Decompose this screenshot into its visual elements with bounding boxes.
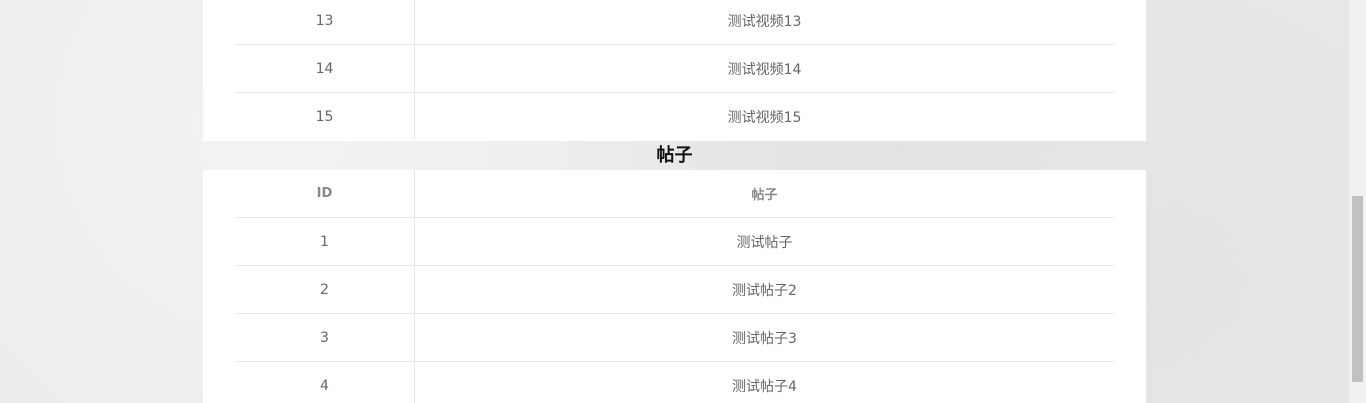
- id-column-header: ID: [235, 170, 415, 218]
- table-header-row: ID 帖子: [235, 170, 1114, 218]
- table-row: 1 测试帖子: [235, 217, 1114, 266]
- videos-panel: 13 测试视频13 14 测试视频14 15 测试视频15: [203, 0, 1146, 141]
- scrollbar-thumb[interactable]: [1352, 196, 1363, 382]
- post-id-cell: 3: [235, 313, 415, 362]
- table-row: 13 测试视频13: [235, 0, 1114, 45]
- video-id-cell: 15: [235, 92, 415, 140]
- table-row: 2 测试帖子2: [235, 265, 1114, 314]
- video-name-cell: 测试视频14: [727, 61, 802, 78]
- video-name-cell: 测试视频15: [727, 109, 802, 126]
- post-id-cell: 1: [235, 217, 415, 266]
- video-name-cell: 测试视频13: [727, 13, 802, 30]
- table-row: 4 测试帖子4: [235, 361, 1114, 403]
- table-row: 15 测试视频15: [235, 92, 1114, 140]
- posts-table: ID 帖子 1 测试帖子 2 测试帖子2 3 测试帖子3 4 测试帖子4: [235, 170, 1114, 403]
- table-row: 3 测试帖子3: [235, 313, 1114, 362]
- post-name-cell: 测试帖子4: [732, 378, 797, 395]
- posts-panel: ID 帖子 1 测试帖子 2 测试帖子2 3 测试帖子3 4 测试帖子4: [203, 170, 1146, 403]
- video-id-cell: 13: [235, 0, 415, 45]
- videos-table: 13 测试视频13 14 测试视频14 15 测试视频15: [235, 0, 1114, 140]
- video-id-cell: 14: [235, 44, 415, 93]
- page-scrollbar[interactable]: [1349, 0, 1366, 403]
- posts-section-title: 帖子: [656, 145, 693, 166]
- post-id-cell: 4: [235, 361, 415, 403]
- post-name-cell: 测试帖子: [736, 234, 793, 251]
- post-name-cell: 测试帖子2: [732, 282, 797, 299]
- post-column-header: 帖子: [751, 188, 778, 203]
- post-name-cell: 测试帖子3: [732, 330, 797, 347]
- post-id-cell: 2: [235, 265, 415, 314]
- table-row: 14 测试视频14: [235, 44, 1114, 93]
